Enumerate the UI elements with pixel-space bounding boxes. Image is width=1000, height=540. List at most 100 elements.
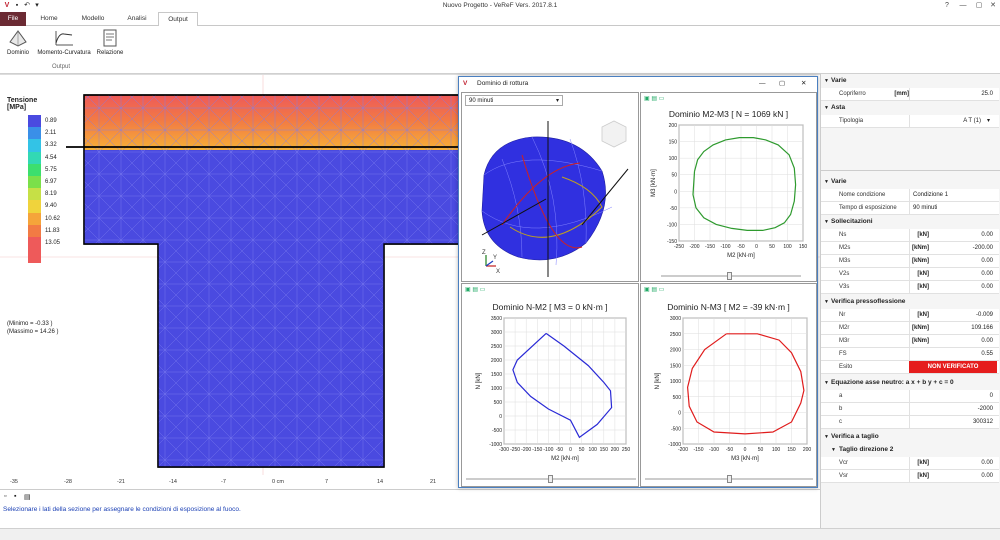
property-row[interactable]: Vcr [kN] 0.00 [821, 457, 999, 470]
maximize-icon[interactable]: ▢ [972, 1, 986, 11]
section-sollecitazioni[interactable]: ▼ Sollecitazioni [821, 216, 1000, 228]
relazione-label: Relazione [96, 50, 124, 56]
row-copriferro[interactable]: Copriferro [mm] 25.0 [821, 88, 999, 101]
status-save-icon[interactable]: ▪ [14, 493, 16, 500]
property-row[interactable]: M2s [kNm] -200.00 [821, 242, 999, 255]
pane-nm2[interactable]: ▣ ▤ ▭ Dominio N-M2 [ M3 = 0 kN·m ] -300-… [461, 283, 639, 487]
tab-modello[interactable]: Modello [72, 12, 114, 26]
tab-output[interactable]: Output [158, 12, 198, 27]
property-row[interactable]: M2r [kNm] 109.166 [821, 322, 999, 335]
property-row[interactable]: M3r [kNm] 0.00 [821, 335, 999, 348]
status-new-icon[interactable]: ▫ [4, 493, 6, 500]
row-value: 0 [909, 390, 997, 403]
property-row[interactable]: c 300312 [821, 416, 999, 429]
property-row[interactable]: M3s [kNm] 0.00 [821, 255, 999, 268]
y-tick-label: 1500 [670, 363, 681, 369]
slider-thumb[interactable] [727, 475, 732, 483]
row-value[interactable]: Condizione 1 [909, 189, 997, 202]
dialog-close-icon[interactable]: ✕ [801, 77, 806, 91]
row-value: 0.00 [909, 229, 997, 242]
section-verifica-pressoflessione[interactable]: ▼ Verifica pressoflessione [821, 296, 1000, 308]
y-tick-label: 1500 [491, 372, 502, 378]
tab-analisi[interactable]: Analisi [118, 12, 156, 26]
legend-title: Tensione [MPa] [7, 97, 38, 111]
nm2-slider[interactable] [466, 475, 636, 483]
pane-toolbar-icons[interactable]: ▣ ▤ ▭ [644, 95, 664, 103]
slider-thumb[interactable] [548, 475, 553, 483]
row-value: -200.00 [909, 242, 997, 255]
tipologia-select[interactable]: A T (1) [909, 115, 997, 128]
legend-value: 8.19 [45, 191, 57, 198]
x-tick-label: -150 [532, 447, 542, 453]
dialog-maximize-icon[interactable]: ▢ [779, 77, 785, 91]
ruler-tick: -14 [169, 479, 177, 485]
row-value: 0.00 [909, 255, 997, 268]
x-tick-label: 50 [579, 447, 585, 453]
section-taglio-direzione-2[interactable]: ▼ Taglio direzione 2 [821, 444, 1000, 456]
property-row[interactable]: Vsr [kN] 0.00 [821, 470, 999, 483]
x-tick-label: -100 [543, 447, 553, 453]
property-row[interactable]: V2s [kN] 0.00 [821, 268, 999, 281]
x-tick-label: -100 [709, 447, 719, 453]
property-row[interactable]: FS 0.55 [821, 348, 999, 361]
section-verifica-taglio[interactable]: ▼ Verifica a taglio [821, 431, 1000, 443]
property-row[interactable]: b -2000 [821, 403, 999, 416]
row-value: 0.00 [909, 268, 997, 281]
property-row[interactable]: Esito NON VERIFICATO [821, 361, 999, 374]
slider-thumb[interactable] [727, 272, 732, 280]
property-row[interactable]: a0 [821, 390, 999, 403]
section-title: Verifica a taglio [831, 433, 879, 440]
row-key: b [839, 406, 843, 412]
close-icon[interactable]: ✕ [986, 1, 1000, 11]
minimize-icon[interactable]: — [956, 1, 970, 11]
dominio-button[interactable]: Dominio [4, 28, 32, 60]
row-nome-condizione[interactable]: Nome condizione Condizione 1 [821, 189, 999, 202]
y-axis-label: N [kN] [655, 372, 661, 389]
row-value: -2000 [909, 403, 997, 416]
m2m3-title: Dominio M2-M3 [ N = 1069 kN ] [668, 109, 789, 119]
row-tempo-esposizione[interactable]: Tempo di esposizione 90 minuti [821, 202, 999, 215]
row-value[interactable]: 90 minuti [909, 202, 997, 215]
property-row[interactable]: V3s [kN] 0.00 [821, 281, 999, 294]
property-row[interactable]: Nr [kN] -0.009 [821, 309, 999, 322]
y-tick-label: 3000 [670, 316, 681, 322]
property-row[interactable]: Ns [kN] 0.00 [821, 229, 999, 242]
section-asta[interactable]: ▼ Asta [821, 102, 1000, 114]
nm3-slider[interactable] [645, 475, 813, 483]
dominio-dialog: V Dominio di rottura — ▢ ✕ 90 minuti ▾ Z… [458, 76, 818, 488]
section-varie[interactable]: ▼ Varie [821, 75, 1000, 87]
section-varie-2[interactable]: ▼ Varie [821, 176, 1000, 188]
row-tipologia[interactable]: Tipologia A T (1) ▾ [821, 115, 999, 128]
chevron-down-icon[interactable]: ▾ [987, 115, 990, 128]
section-asse-neutro[interactable]: ▼ Equazione asse neutro: a x + b y + c = … [821, 377, 1000, 389]
ribbon: Dominio Momento-Curvatura Relazione Outp… [0, 26, 1000, 74]
legend-value: 6.97 [45, 179, 57, 185]
pane-3d[interactable]: 90 minuti ▾ Z Y X [461, 92, 639, 282]
legend-color-swatch [28, 200, 41, 213]
collapse-icon: ▼ [824, 299, 829, 305]
x-tick-label: 100 [772, 447, 781, 453]
x-tick-label: 100 [589, 447, 598, 453]
row-value[interactable]: 25.0 [909, 88, 997, 101]
row-key: Nome condizione [839, 192, 886, 198]
momento-curvatura-button[interactable]: Momento-Curvatura [34, 28, 94, 60]
collapse-icon: ▼ [824, 434, 829, 440]
pane-toolbar-icons[interactable]: ▣ ▤ ▭ [465, 286, 485, 294]
m2m3-slider[interactable] [661, 272, 801, 280]
dominio-icon [9, 30, 27, 47]
pane-toolbar-icons[interactable]: ▣ ▤ ▭ [644, 286, 664, 294]
dialog-minimize-icon[interactable]: — [759, 77, 766, 91]
pane-nm3[interactable]: ▣ ▤ ▭ Dominio N-M3 [ M2 = -39 kN·m ] -20… [640, 283, 817, 487]
time-dropdown[interactable]: 90 minuti ▾ [465, 95, 563, 106]
relazione-button[interactable]: Relazione [95, 28, 125, 60]
y-tick-label: 0 [674, 189, 677, 195]
tab-file[interactable]: File [0, 12, 26, 26]
help-icon[interactable]: ? [940, 1, 954, 11]
legend-color-swatch [28, 115, 41, 128]
y-tick-label: -50 [670, 206, 677, 212]
pane-m2m3[interactable]: ▣ ▤ ▭ Dominio M2-M3 [ N = 1069 kN ] -250… [640, 92, 817, 282]
dialog-title-bar: V Dominio di rottura — ▢ ✕ [459, 77, 817, 91]
tab-home[interactable]: Home [30, 12, 68, 26]
axis-y-label: Y [493, 255, 497, 261]
status-print-icon[interactable]: ▤ [24, 493, 31, 501]
